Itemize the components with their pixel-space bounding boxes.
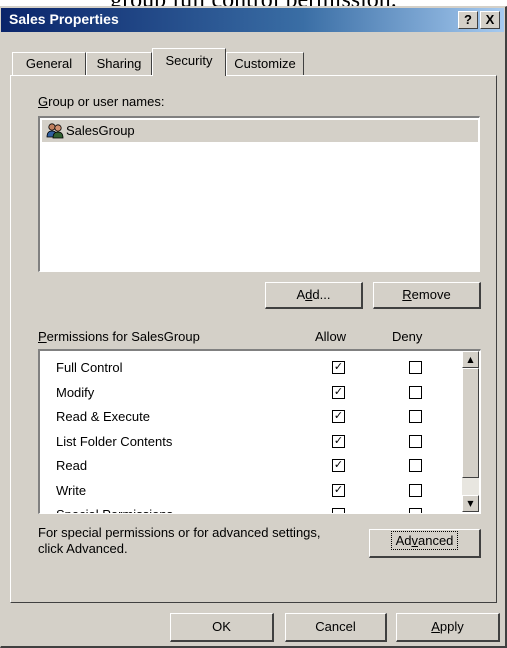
permission-name: Special Permissions [56, 507, 173, 513]
table-row: Full Control ✓ [40, 357, 460, 379]
tab-customize[interactable]: Customize [226, 52, 304, 76]
security-tab-panel: Group or user names: SalesGroup Add... R… [10, 75, 497, 603]
tab-general[interactable]: General [12, 52, 86, 76]
deny-checkbox[interactable] [409, 483, 422, 497]
allow-checkbox[interactable]: ✓ [332, 410, 345, 423]
allow-checkbox[interactable] [332, 508, 345, 513]
deny-header: Deny [392, 329, 423, 344]
allow-checkbox[interactable]: ✓ [332, 459, 345, 472]
close-button[interactable]: X [480, 11, 500, 29]
cancel-button[interactable]: Cancel [285, 613, 387, 642]
permission-name: Read & Execute [56, 409, 150, 424]
scroll-up-arrow-icon[interactable]: ▲ [462, 351, 479, 368]
permission-name: List Folder Contents [56, 433, 173, 449]
allow-checkbox[interactable]: ✓ [332, 483, 345, 497]
permission-name: Modify [56, 384, 95, 400]
allow-checkbox[interactable]: ✓ [332, 385, 345, 399]
scroll-down-arrow-icon[interactable]: ▼ [462, 495, 479, 512]
permission-name: Read [56, 458, 88, 473]
add-button[interactable]: Add... [265, 282, 363, 309]
group-list[interactable]: SalesGroup [38, 116, 480, 272]
advanced-help-text: For special permissions or for advanced … [38, 525, 321, 556]
table-row: Modify ✓ [40, 382, 460, 404]
remove-button[interactable]: Remove [373, 282, 481, 309]
allow-checkbox[interactable]: ✓ [332, 361, 345, 374]
permission-rows: Full Control ✓ Modify ✓ Read & Execute ✓ List … [40, 351, 460, 513]
permissions-list[interactable]: Full Control ✓ Modify ✓ Read & Execute ✓ List … [38, 349, 481, 514]
list-item-label: SalesGroup [66, 123, 135, 138]
allow-header: Allow [315, 329, 347, 344]
title-bar[interactable]: Sales Properties ? X [1, 8, 504, 32]
tab-security[interactable]: Security [152, 48, 226, 76]
permissions-label: Permissions for SalesGroup [38, 329, 200, 344]
table-row: Read ✓ [40, 455, 460, 477]
table-row: List Folder Contents ✓ [40, 431, 460, 453]
table-row: Read & Execute ✓ [40, 406, 460, 428]
group-or-user-names-label: Group or user names: [38, 94, 165, 109]
tab-sharing[interactable]: Sharing [86, 52, 152, 76]
deny-checkbox[interactable] [409, 385, 422, 399]
permissions-scrollbar[interactable]: ▲ ▼ [462, 351, 479, 512]
deny-checkbox[interactable] [409, 434, 422, 448]
help-button[interactable]: ? [458, 11, 478, 29]
deny-checkbox[interactable] [409, 508, 422, 513]
deny-checkbox[interactable] [409, 410, 422, 423]
table-row: Write ✓ [40, 480, 460, 502]
ok-button[interactable]: OK [170, 613, 274, 642]
allow-checkbox[interactable]: ✓ [332, 434, 345, 448]
window-title: Sales Properties [9, 11, 119, 27]
list-item[interactable]: SalesGroup [42, 120, 478, 142]
scroll-thumb[interactable] [462, 368, 479, 478]
permission-name: Write [56, 482, 87, 498]
permission-name: Full Control [56, 360, 123, 375]
deny-checkbox[interactable] [409, 459, 422, 472]
advanced-button[interactable]: Advanced [369, 529, 481, 558]
deny-checkbox[interactable] [409, 361, 422, 374]
apply-button[interactable]: Apply [396, 613, 500, 642]
table-row: Special Permissions [40, 504, 460, 513]
users-group-icon [46, 122, 64, 140]
